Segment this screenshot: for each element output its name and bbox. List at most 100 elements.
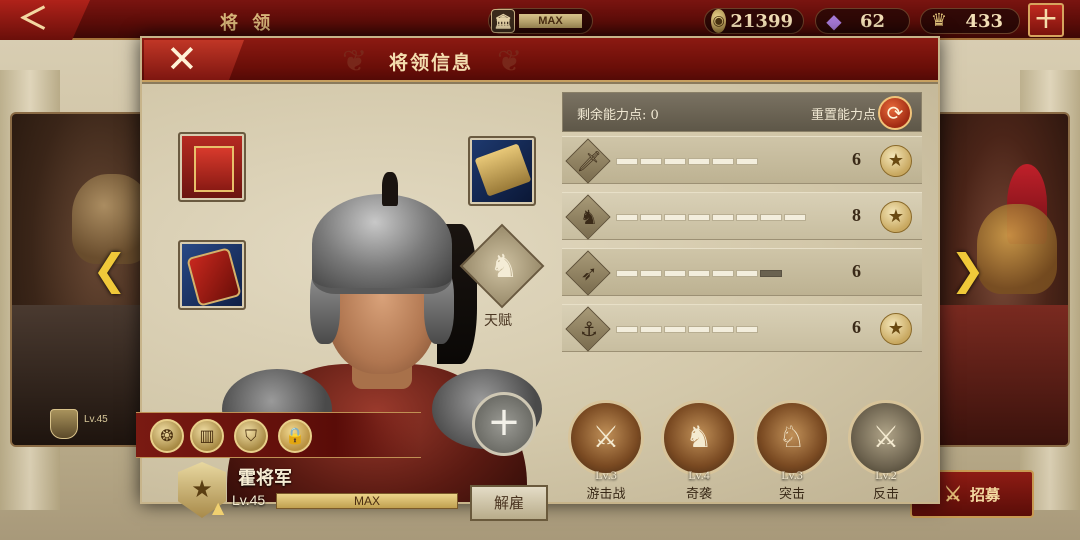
page-title: 将 领 [220, 13, 275, 34]
stat-pip-filled [688, 270, 710, 277]
stat-pip-filled [784, 214, 806, 221]
skill-level: Lv.2 [875, 468, 897, 482]
plus-icon: + [487, 399, 521, 445]
coin-counter[interactable]: ◉ 21399 [704, 8, 804, 34]
add-resource-button[interactable]: + [1028, 3, 1064, 37]
general-name: 霍将军 [238, 468, 292, 489]
skill-name: 突击 [778, 487, 805, 502]
prev-general-arrow-icon[interactable]: ❮ [92, 245, 127, 295]
stat-pip-filled [712, 158, 734, 165]
stat-pip-filled [736, 214, 758, 221]
stat-value: 6 [852, 317, 861, 337]
stat-pip-filled [664, 214, 686, 221]
stat-pips [616, 326, 758, 333]
star-medal-icon: ★ [880, 313, 912, 345]
stat-pips [616, 214, 806, 221]
scroll-equipment-slot[interactable] [468, 136, 536, 206]
close-icon: ✕ [166, 37, 198, 81]
close-button[interactable]: ✕ [144, 40, 244, 80]
general-level: Lv.45 [232, 492, 266, 508]
horse-icon: ♞ [580, 205, 598, 229]
stat-pip-filled [712, 270, 734, 277]
reset-points-button[interactable]: ⟳ [878, 96, 912, 130]
skill-name: 反击 [872, 487, 899, 502]
stat-pip-filled [736, 158, 758, 165]
card-level: Lv.45 [84, 414, 108, 425]
stat-points-header: 剩余能力点: 0 重置能力点 [562, 92, 922, 132]
shield-equipment-slot[interactable] [178, 240, 246, 310]
stat-pip-filled [664, 326, 686, 333]
star-medal-icon: ★ [880, 145, 912, 177]
coin-icon: ◉ [711, 9, 727, 33]
stat-pip-filled [616, 214, 638, 221]
next-general-arrow-icon[interactable]: ❯ [950, 245, 985, 295]
rank-up-chevron-icon: ▲ [212, 498, 225, 517]
skill-counter-icon: ⚔ [848, 400, 924, 476]
trait-shield-icon[interactable]: ⛉ [234, 419, 268, 453]
gem-counter[interactable]: ◆ 62 [815, 8, 910, 34]
stat-pip-filled [640, 270, 662, 277]
bow-icon: ➶ [580, 261, 598, 285]
coin-value: 21399 [730, 10, 793, 32]
skill-assault[interactable]: ♘ Lv.3 突击 [752, 400, 832, 502]
stat-value: 8 [852, 205, 861, 225]
skill-guerrilla[interactable]: ⚔ Lv.3 游击战 [566, 400, 646, 502]
building-level-indicator[interactable]: 🏛 MAX [488, 8, 593, 34]
skill-assault-icon: ♘ [754, 400, 830, 476]
stat-pip-filled [640, 326, 662, 333]
trait-lock-icon[interactable]: 🔒 [278, 419, 312, 453]
banner-equipment-slot[interactable] [178, 132, 246, 202]
skill-raid-icon: ♞ [661, 400, 737, 476]
stat-pip-filled [640, 214, 662, 221]
horse-head-icon: ♞ [489, 247, 519, 285]
stat-row-cavalry: ♞ 8 ★ [562, 192, 922, 240]
stat-row-attack: 🗡 6 ★ [562, 136, 922, 184]
stat-pip-filled [760, 214, 782, 221]
stat-value: 6 [852, 261, 861, 281]
building-max-bar: MAX [519, 14, 582, 28]
modal-header: ❦ ❦ 将领信息 ✕ [142, 38, 938, 82]
skill-guerrilla-icon: ⚔ [568, 400, 644, 476]
trait-gate-icon[interactable]: ▥ [190, 419, 224, 453]
stat-pips [616, 270, 782, 277]
remaining-points-label: 剩余能力点: 0 [577, 108, 659, 123]
population-value: 433 [965, 10, 1003, 32]
stat-pip-filled [688, 158, 710, 165]
stat-pip-filled [616, 270, 638, 277]
add-skill-button[interactable]: + [472, 392, 536, 456]
general-info-modal: ❦ ❦ 将领信息 ✕ ♞ 天赋 ❂ ▥ ⛉ 🔒 + ★ ▲ 霍将军 Lv.45 … [136, 36, 940, 521]
experience-bar: MAX [276, 493, 458, 509]
general-helmet [977, 204, 1057, 294]
laurel-helmet-icon: ♛ [930, 10, 948, 31]
gem-value: 62 [859, 10, 885, 32]
dismiss-button[interactable]: 解雇 [470, 485, 548, 521]
skill-counter[interactable]: ⚔ Lv.2 反击 [846, 400, 926, 502]
skill-level: Lv.3 [781, 468, 803, 482]
reset-points-label: 重置能力点 [811, 108, 877, 123]
back-button[interactable]: ＜ [0, 0, 90, 40]
top-bar: ＜ 将 领 🏛 MAX ◉ 21399 ◆ 62 ♛ 433 + [0, 0, 1080, 40]
gem-icon: ◆ [826, 9, 842, 33]
prev-general-card[interactable]: Lv.45 [10, 112, 160, 447]
stat-pip-filled [664, 270, 686, 277]
talent-label: 天赋 [484, 313, 512, 329]
plus-icon: + [1033, 1, 1059, 36]
stat-pip-filled [664, 158, 686, 165]
recruit-label: 招募 [969, 485, 1000, 504]
stat-pip-filled [640, 158, 662, 165]
population-counter[interactable]: ♛ 433 [920, 8, 1020, 34]
trait-laurel-icon[interactable]: ❂ [150, 419, 184, 453]
sword-icon: 🗡 [576, 149, 602, 173]
skill-raid[interactable]: ♞ Lv.4 奇袭 [659, 400, 739, 502]
stat-row-naval: ⚓ 6 ★ [562, 304, 922, 352]
helmet-plume [382, 172, 398, 206]
stat-value: 6 [852, 149, 861, 169]
stat-pip-filled [712, 214, 734, 221]
skill-name: 奇袭 [685, 487, 712, 502]
back-arrow-icon: ＜ [18, 2, 48, 37]
stat-pip-empty [760, 270, 782, 277]
skill-level: Lv.4 [688, 468, 710, 482]
stat-pip-filled [736, 270, 758, 277]
stat-pip-filled [736, 326, 758, 333]
stat-row-ranged: ➶ 6 [562, 248, 922, 296]
